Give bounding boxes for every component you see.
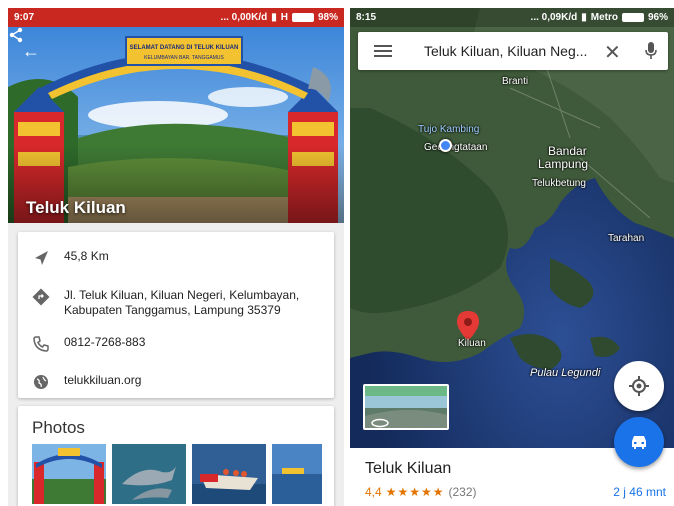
status-bar: 9:07 ... 0,00K/d ▮ H 98%: [8, 8, 344, 27]
signal-icon: ▮: [581, 12, 587, 23]
photo-thumbnail[interactable]: [32, 444, 106, 504]
place-name: Teluk Kiluan: [365, 460, 452, 477]
directions-icon: [32, 288, 50, 306]
website-text: telukkiluan.org: [64, 373, 142, 387]
map-label-kiluan: Kiluan: [458, 338, 486, 349]
directions-button[interactable]: [614, 417, 664, 467]
address-line-2: Kabupaten Tanggamus, Lampung 35379: [64, 303, 281, 317]
globe-icon: [34, 375, 48, 389]
phone-icon: [33, 336, 49, 352]
gate-text-1: SELAMAT DATANG DI TELUK KILUAN: [129, 45, 239, 51]
carrier-label: Metro: [590, 12, 618, 23]
place-title: Teluk Kiluan: [26, 198, 126, 217]
back-arrow-icon[interactable]: ←: [22, 41, 40, 62]
rating-stars: ★★★★★: [385, 485, 445, 499]
map-label-telukbetung: Telukbetung: [532, 178, 586, 189]
map-label-pulau-legundi: Pulau Legundi: [530, 367, 601, 379]
photo-thumbnail[interactable]: [272, 444, 322, 504]
network-speed: ... 0,00K/d: [220, 12, 268, 23]
status-time: 9:07: [14, 12, 35, 23]
rating-row: 4,4 ★★★★★ (232): [365, 485, 477, 499]
signal-icon: ▮: [271, 12, 277, 23]
map-label-branti: Branti: [502, 76, 529, 87]
address-line-1: Jl. Teluk Kiluan, Kiluan Negeri, Kelumba…: [64, 288, 300, 302]
my-location-button[interactable]: [614, 361, 664, 411]
current-location-dot: [439, 139, 452, 152]
photos-title: Photos: [32, 418, 85, 437]
network-speed: ... 0,09K/d: [530, 12, 578, 23]
phone-text: 0812-7268-883: [64, 335, 146, 349]
battery-percent: 96%: [647, 12, 668, 23]
photo-thumbnail[interactable]: [192, 444, 266, 504]
mic-icon[interactable]: [645, 42, 657, 60]
battery-icon: [621, 13, 644, 22]
gps-icon: [629, 376, 649, 396]
status-time: 8:15: [356, 12, 377, 23]
share-icon[interactable]: [8, 27, 24, 43]
search-bar[interactable]: Teluk Kiluan, Kiluan Neg... ✕: [358, 32, 668, 70]
map-label-bandar: Bandar: [548, 144, 587, 158]
hero-photo[interactable]: SELAMAT DATANG DI TELUK KILUAN KELUMBAYA…: [8, 27, 344, 223]
rating-value: 4,4: [365, 485, 382, 499]
place-details-screen: 9:07 ... 0,00K/d ▮ H 98% SELAMAT DATANG …: [8, 8, 344, 506]
search-query[interactable]: Teluk Kiluan, Kiluan Neg...: [424, 43, 587, 59]
map-label-tarahan: Tarahan: [608, 233, 645, 244]
review-count: (232): [448, 485, 477, 499]
map-screen: 8:15 ... 0,09K/d ▮ Metro 96% Teluk Kilua…: [350, 8, 674, 506]
address-text: Jl. Teluk Kiluan, Kiluan Negeri, Kelumba…: [64, 288, 324, 318]
distance-text: 45,8 Km: [64, 249, 109, 263]
info-card: 45,8 Km Jl. Teluk Kiluan, Kiluan Negeri,…: [18, 232, 334, 398]
photo-thumbnail[interactable]: [112, 444, 186, 504]
map-label-lampung: Lampung: [538, 157, 589, 171]
map-label-tulo-kambing: Tujo Kambing: [418, 124, 480, 135]
navigation-arrow-icon: [35, 251, 48, 265]
car-icon: [632, 436, 646, 449]
menu-icon[interactable]: [374, 44, 392, 58]
photos-card: Photos: [18, 406, 334, 506]
battery-icon: [291, 13, 314, 22]
carrier-label: H: [280, 12, 288, 23]
status-bar: 8:15 ... 0,09K/d ▮ Metro 96%: [350, 8, 674, 27]
battery-percent: 98%: [317, 12, 338, 23]
map-label-gedongtataan: Gedongtataan: [424, 142, 488, 153]
360-view-icon: [371, 418, 389, 428]
street-view-thumbnail[interactable]: [363, 384, 449, 430]
gate-text-2: KELUMBAYAN BAR. TANGGAMUS: [144, 55, 224, 61]
travel-time: 2 j 46 mnt: [613, 485, 666, 499]
map-pin-icon[interactable]: [457, 311, 479, 341]
close-icon[interactable]: ✕: [604, 40, 621, 65]
